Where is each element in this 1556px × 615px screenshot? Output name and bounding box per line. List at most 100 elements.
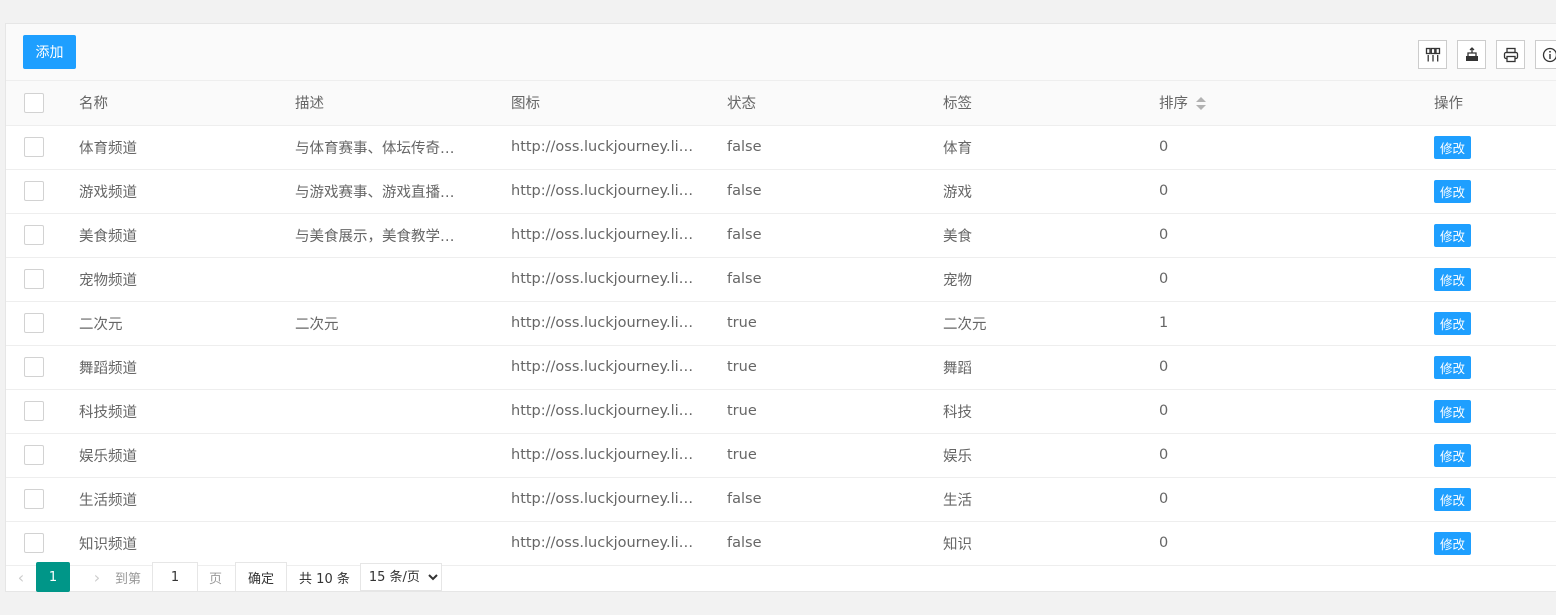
- header-sort-cell[interactable]: 排序: [1144, 81, 1434, 126]
- edit-button[interactable]: 修改: [1434, 443, 1472, 467]
- cell-desc: 与美食展示，美食教学…: [280, 213, 496, 258]
- cell-name: 生活频道: [64, 477, 280, 522]
- cell-tag: 美食: [928, 213, 1144, 258]
- edit-button[interactable]: 修改: [1434, 311, 1472, 335]
- cell-status: true: [712, 301, 928, 346]
- cell-tag: 舞蹈: [928, 345, 1144, 390]
- row-checkbox[interactable]: [24, 137, 44, 157]
- cell-name: 舞蹈频道: [64, 345, 280, 390]
- edit-button[interactable]: 修改: [1434, 179, 1472, 203]
- edit-button[interactable]: 修改: [1434, 267, 1472, 291]
- header-name: 名称: [64, 81, 280, 126]
- edit-button[interactable]: 修改: [1434, 399, 1472, 423]
- sort-arrows-icon[interactable]: [1196, 97, 1206, 111]
- edit-button[interactable]: 修改: [1434, 355, 1472, 379]
- row-checkbox[interactable]: [24, 225, 44, 245]
- next-page-icon[interactable]: ›: [82, 562, 112, 592]
- row-checkbox[interactable]: [24, 269, 44, 289]
- add-button[interactable]: 添加: [23, 35, 76, 69]
- cell-sort: 0: [1144, 257, 1434, 302]
- cell-name: 美食频道: [64, 213, 280, 258]
- cell-tag: 科技: [928, 389, 1144, 434]
- data-table: 名称 描述 图标 状态 标签 排序 操作 体育频道 与体育赛事、体坛传奇… http…: [6, 81, 1556, 566]
- row-checkbox[interactable]: [24, 313, 44, 333]
- cell-status: true: [712, 345, 928, 390]
- cell-name: 科技频道: [64, 389, 280, 434]
- row-checkbox[interactable]: [24, 181, 44, 201]
- cell-op: 修改: [1434, 125, 1556, 170]
- row-checkbox[interactable]: [24, 401, 44, 421]
- cell-status: false: [712, 125, 928, 170]
- edit-button[interactable]: 修改: [1434, 487, 1472, 511]
- cell-tag: 娱乐: [928, 433, 1144, 478]
- edit-button[interactable]: 修改: [1434, 223, 1472, 247]
- cell-sort: 0: [1144, 477, 1434, 522]
- cell-status: true: [712, 389, 928, 434]
- cell-tag: 体育: [928, 125, 1144, 170]
- cell-desc: [280, 477, 496, 522]
- row-checkbox[interactable]: [24, 489, 44, 509]
- cell-status: false: [712, 213, 928, 258]
- info-icon[interactable]: [1535, 40, 1556, 69]
- cell-sort: 0: [1144, 345, 1434, 390]
- row-select-cell: [6, 125, 64, 170]
- header-tag: 标签: [928, 81, 1144, 126]
- table-row: 宠物频道 http://oss.luckjourney.li… false 宠物 0 修改: [6, 257, 1556, 302]
- cell-status: true: [712, 433, 928, 478]
- export-icon[interactable]: [1457, 40, 1486, 69]
- cell-sort: 0: [1144, 389, 1434, 434]
- current-page[interactable]: 1: [36, 562, 70, 592]
- cell-status: false: [712, 169, 928, 214]
- cell-tag: 二次元: [928, 301, 1144, 346]
- select-all-checkbox[interactable]: [24, 92, 44, 113]
- edit-button[interactable]: 修改: [1434, 531, 1472, 555]
- print-icon[interactable]: [1496, 40, 1525, 69]
- goto-confirm-button[interactable]: 确定: [235, 562, 288, 592]
- cell-tag: 游戏: [928, 169, 1144, 214]
- table-panel: 添加 名称 描述 图标 状态 标签 排序 操作 体育频道 与体育赛事、体坛传奇……: [5, 23, 1556, 592]
- cell-sort: 0: [1144, 433, 1434, 478]
- cell-op: 修改: [1434, 169, 1556, 214]
- edit-button[interactable]: 修改: [1434, 135, 1472, 159]
- cell-icon-url: http://oss.luckjourney.li…: [496, 257, 712, 302]
- cell-name: 娱乐频道: [64, 433, 280, 478]
- cell-tag: 生活: [928, 477, 1144, 522]
- header-op: 操作: [1434, 81, 1556, 126]
- row-select-cell: [6, 521, 64, 566]
- header-desc: 描述: [280, 81, 496, 126]
- cell-op: 修改: [1434, 477, 1556, 522]
- cell-icon-url: http://oss.luckjourney.li…: [496, 125, 712, 170]
- page-size-select[interactable]: 10 条/页15 条/页20 条/页30 条/页: [359, 563, 442, 591]
- columns-icon[interactable]: [1418, 40, 1447, 69]
- cell-desc: 二次元: [280, 301, 496, 346]
- cell-icon-url: http://oss.luckjourney.li…: [496, 345, 712, 390]
- cell-op: 修改: [1434, 389, 1556, 434]
- goto-page-input[interactable]: [152, 562, 199, 592]
- row-checkbox[interactable]: [24, 445, 44, 465]
- cell-sort: 0: [1144, 521, 1434, 566]
- cell-icon-url: http://oss.luckjourney.li…: [496, 169, 712, 214]
- cell-icon-url: http://oss.luckjourney.li…: [496, 389, 712, 434]
- cell-op: 修改: [1434, 521, 1556, 566]
- select-all-cell: [6, 81, 64, 126]
- cell-name: 二次元: [64, 301, 280, 346]
- table-row: 科技频道 http://oss.luckjourney.li… true 科技 0 修改: [6, 389, 1556, 434]
- table-body: 体育频道 与体育赛事、体坛传奇… http://oss.luckjourney.li…: [6, 125, 1556, 566]
- cell-desc: [280, 257, 496, 302]
- row-checkbox[interactable]: [24, 533, 44, 553]
- row-checkbox[interactable]: [24, 357, 44, 377]
- table-row: 生活频道 http://oss.luckjourney.li… false 生活 0 修改: [6, 477, 1556, 522]
- cell-desc: [280, 345, 496, 390]
- cell-name: 体育频道: [64, 125, 280, 170]
- cell-op: 修改: [1434, 213, 1556, 258]
- cell-icon-url: http://oss.luckjourney.li…: [496, 213, 712, 258]
- table-toolbar: 添加: [6, 24, 1556, 81]
- toolbar-icons: [1418, 40, 1556, 69]
- table-row: 知识频道 http://oss.luckjourney.li… false 知识 0 修改: [6, 521, 1556, 566]
- row-select-cell: [6, 301, 64, 346]
- page-label: 页: [209, 571, 223, 587]
- prev-page-icon[interactable]: ‹: [6, 562, 36, 592]
- cell-sort: 0: [1144, 169, 1434, 214]
- cell-status: false: [712, 257, 928, 302]
- cell-op: 修改: [1434, 257, 1556, 302]
